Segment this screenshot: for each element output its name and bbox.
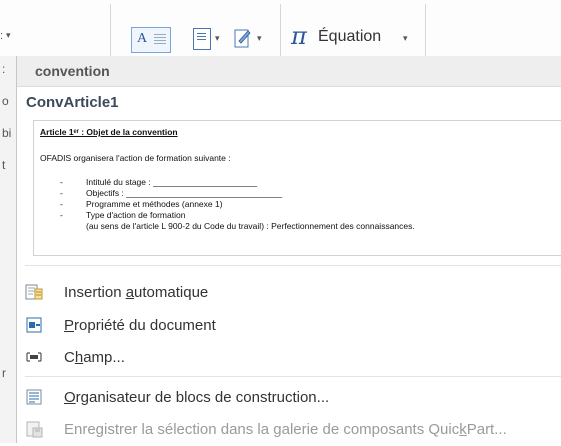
building-blocks-organizer-icon [26,389,42,405]
field-label-post: amp... [83,349,125,366]
document-text-fragment: : [2,62,6,76]
chevron-down-icon[interactable]: ▾ [6,30,11,41]
ribbon-divider [280,4,281,62]
menu-divider [25,265,561,266]
menu-divider [25,376,561,377]
preview-item: Type d'action de formation [86,210,186,220]
autotext-label-pre: Insertion [64,284,126,301]
quick-parts-menu: convention ConvArticle1 Article 1ᵉʳ : Ob… [16,56,561,443]
save-selection-label-pre: Enregistrer la sélection dans la galerie… [64,421,460,438]
building-blocks-label-post: rganisateur de blocs de construction... [75,389,330,406]
document-property-menu-item[interactable]: Propriété du document [17,310,561,342]
ribbon-divider [110,4,111,62]
preview-item: Objectifs : ____________________________… [86,188,283,198]
document-text-fragment: r [2,366,6,380]
signature-chevron-icon[interactable]: ▾ [257,33,262,44]
ribbon-left-fragment: : [0,30,4,42]
pi-equation-icon[interactable]: π [291,22,307,50]
preview-title: Article 1ᵉʳ : Objet de la convention [40,127,178,137]
building-blocks-accelerator: O [64,389,76,406]
preview-item: Intitulé du stage : ____________________… [86,177,258,187]
quick-parts-icon[interactable] [193,28,211,50]
field-label-pre: C [64,349,75,366]
save-selection-accelerator: k [459,421,467,438]
equation-chevron-icon[interactable]: ▾ [403,33,408,44]
document-property-label-post: ropriété du document [74,317,216,334]
signature-line-icon[interactable] [234,27,252,49]
document-edge: : o bi t r [0,56,16,443]
preview-bullet: - [60,210,63,220]
gallery-entry-preview[interactable]: Article 1ᵉʳ : Objet de la convention OFA… [33,120,561,256]
document-property-accelerator: P [64,317,75,334]
document-property-icon [26,317,42,333]
building-blocks-organizer-menu-item[interactable]: Organisateur de blocs de construction... [17,382,561,414]
autotext-label-post: utomatique [134,284,209,301]
document-text-fragment: o [2,94,9,108]
gallery-entry-title[interactable]: ConvArticle1 [26,94,119,111]
preview-bullet: - [60,188,63,198]
save-selection-icon [26,421,43,438]
ribbon: : ▾ A ▾ ▾ π Équation ▾ [0,0,561,62]
document-text-fragment: bi [2,126,12,140]
autotext-accelerator: a [125,284,135,301]
equation-button[interactable]: Équation [318,28,381,46]
gallery-group-label: convention [35,63,110,79]
gallery-group-header: convention [17,56,561,87]
preview-item: Programme et méthodes (annexe 1) [86,199,223,209]
autotext-icon [25,284,43,300]
document-text-fragment: t [2,158,6,172]
field-menu-item[interactable]: Champ... [17,342,561,374]
field-accelerator: h [74,349,84,366]
preview-line: OFADIS organisera l'action de formation … [40,153,231,163]
text-box-icon[interactable]: A [131,27,171,53]
quick-parts-chevron-icon[interactable]: ▾ [215,33,220,44]
preview-bullet: - [60,177,63,187]
field-icon [26,352,42,362]
autotext-menu-item[interactable]: Insertion automatique [17,277,561,309]
save-selection-label-post: Part... [466,421,507,438]
preview-line: (au sens de l'article L 900-2 du Code du… [86,221,415,231]
preview-bullet: - [60,199,63,209]
ribbon-divider [425,4,426,62]
save-selection-to-gallery-menu-item: Enregistrer la sélection dans la galerie… [17,414,561,446]
